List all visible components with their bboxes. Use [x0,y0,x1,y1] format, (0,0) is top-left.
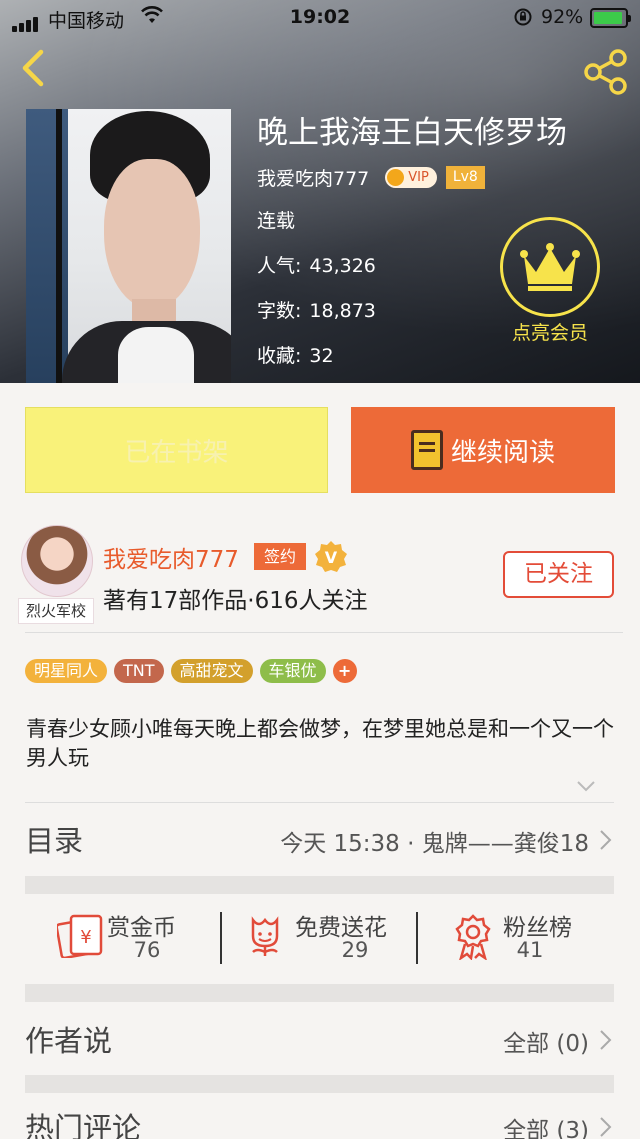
author-stats: 著有17部作品·616人关注 [103,588,368,614]
tag-chip[interactable]: 高甜宠文 [170,659,253,683]
follow-button[interactable]: 已关注 [503,551,614,598]
tag-chip[interactable]: TNT [114,659,164,683]
table-of-contents-row[interactable]: 目录 今天 15:38 · 鬼牌——龚俊18 [25,816,615,866]
member-label: 点亮会员 [511,322,588,344]
medal-icon [455,914,491,960]
rotation-lock-icon [513,7,533,32]
back-button[interactable] [15,48,55,88]
latest-chapter: 今天 15:38 · 鬼牌——龚俊18 [280,831,589,857]
book-icon [410,430,443,470]
favorites-stat: 收藏: 32 [257,345,334,367]
battery-percent: 92% [541,6,584,28]
svg-text:V: V [325,548,338,567]
rewards-bar: ¥ 赏金币 76 免费送花 29 粉丝榜 41 [25,894,614,984]
signed-badge: 签约 [254,543,306,570]
share-button[interactable] [582,48,630,96]
hot-comments-label: 热门评论 [25,1111,142,1139]
divider [416,912,418,964]
crown-icon [387,168,405,186]
more-tags-button[interactable]: + [332,659,357,683]
fan-ranking-button[interactable]: 粉丝榜 41 [453,908,613,968]
tag-chip[interactable]: 明星同人 [25,659,108,683]
expand-synopsis-button[interactable] [575,775,597,797]
section-divider [25,1075,614,1093]
member-button[interactable]: 点亮会员 [500,217,600,345]
vip-badge: VIP [385,166,437,188]
in-shelf-button[interactable]: 已在书架 [25,407,328,493]
chevron-right-icon [600,1030,612,1050]
tag-list: 明星同人 TNT 高甜宠文 车银优 + [25,659,357,683]
avatar-tag: 烈火军校 [18,598,94,624]
svg-text:¥: ¥ [80,927,91,948]
divider [220,912,222,964]
verified-icon: V [314,540,348,574]
chevron-down-icon [577,781,595,792]
chevron-right-icon [600,830,612,850]
section-divider [25,876,614,894]
continue-reading-button[interactable]: 继续阅读 [351,407,615,493]
book-synopsis: 青春少女顾小唯每天晚上都会做梦，在梦里她总是和一个又一个男人玩 [26,717,614,770]
author-card-name[interactable]: 我爱吃肉777 [103,540,239,574]
tag-chip[interactable]: 车银优 [259,659,326,683]
chevron-right-icon [600,1117,612,1137]
chevron-left-icon [22,49,44,87]
free-flower-button[interactable]: 免费送花 29 [245,908,425,968]
author-says-count: 全部 (0) [503,1031,589,1057]
hot-comments-count: 全部 (3) [503,1118,589,1139]
divider [25,632,623,633]
author-says-row[interactable]: 作者说 全部 (0) [25,1016,615,1066]
author-avatar[interactable] [21,525,93,597]
reward-coins-button[interactable]: ¥ 赏金币 76 [57,908,227,968]
book-cover[interactable] [26,109,231,383]
hot-comments-row[interactable]: 热门评论 全部 (3) [25,1103,615,1139]
coin-icon: ¥ [57,914,103,958]
flower-icon [251,916,279,956]
author-row: 我爱吃肉777 VIP Lv8 [257,162,567,192]
book-title: 晚上我海王白天修罗场 [257,115,567,151]
status-bar: 中国移动 19:02 92% [0,0,640,36]
section-divider [25,984,614,1002]
author-name[interactable]: 我爱吃肉777 [257,164,369,191]
share-icon [584,49,627,95]
divider [25,802,614,803]
battery-icon [590,8,631,28]
toc-label: 目录 [25,824,84,858]
crown-icon [500,217,600,317]
level-badge: Lv8 [445,165,485,189]
author-says-label: 作者说 [25,1024,113,1058]
